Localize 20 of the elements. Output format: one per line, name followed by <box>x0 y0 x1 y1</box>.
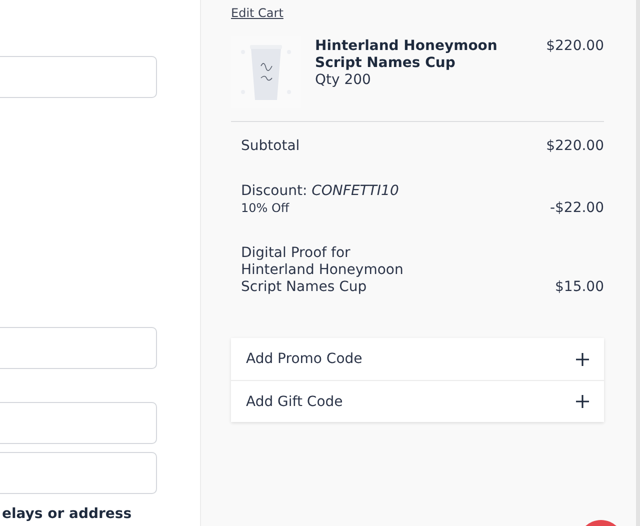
input-field[interactable] <box>0 327 157 369</box>
line-label: Subtotal <box>241 138 300 155</box>
product-name: Hinterland Honeymoon Script Names Cup <box>315 38 498 72</box>
input-field[interactable] <box>0 402 157 444</box>
plus-icon <box>576 395 589 408</box>
discount-note: 10% Off <box>241 200 290 217</box>
accordion-item[interactable]: Add Gift Code <box>231 380 604 422</box>
input-field[interactable] <box>0 56 157 98</box>
price-text: $220.00 <box>546 38 604 56</box>
quantity-text: Qty 200 <box>315 72 372 89</box>
input-field[interactable] <box>0 452 157 494</box>
accordion-item[interactable]: Add Promo Code <box>231 338 604 380</box>
amount-text: $220.00 <box>546 138 604 155</box>
plus-icon <box>576 352 589 366</box>
amount-text: -$22.00 <box>550 200 604 217</box>
line-label: Digital Proof for Hinterland Honeymoon Script Names Cup <box>241 245 404 296</box>
line-label: Discount: CONFETTI10 <box>241 183 399 200</box>
edit-cart-link[interactable]: Edit Cart <box>231 6 284 20</box>
note-text: elays or address <box>1 506 133 522</box>
amount-text: $15.00 <box>555 279 604 296</box>
